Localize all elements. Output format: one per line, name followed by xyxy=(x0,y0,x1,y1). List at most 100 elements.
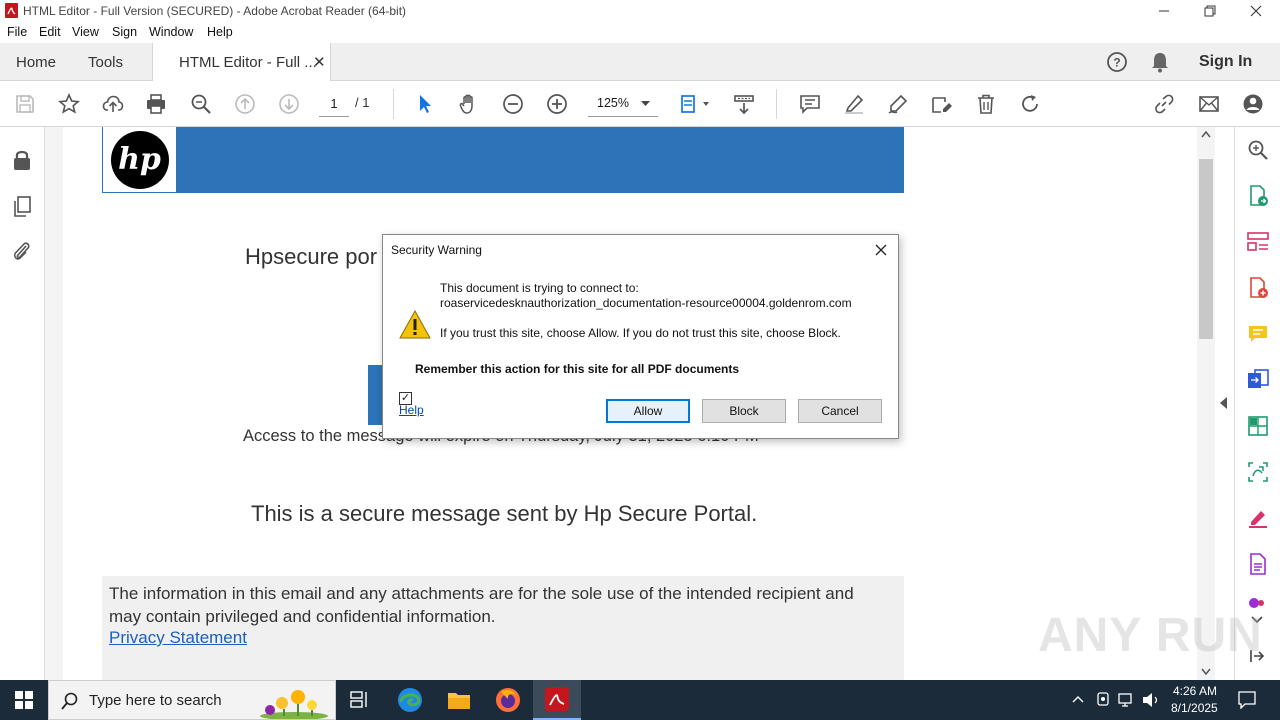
search-highlight-flowers-icon xyxy=(260,690,328,719)
zoom-search-icon[interactable] xyxy=(189,93,213,115)
right-panel-toggle[interactable] xyxy=(1215,127,1234,680)
attachment-paperclip-icon[interactable] xyxy=(11,240,33,269)
chevron-down-icon xyxy=(641,101,650,106)
menu-view[interactable]: View xyxy=(72,25,99,39)
protect-document-icon[interactable] xyxy=(1247,553,1269,580)
menu-window[interactable]: Window xyxy=(149,25,193,39)
volume-speaker-icon[interactable] xyxy=(1142,692,1160,708)
tab-tools[interactable]: Tools xyxy=(88,43,123,81)
dialog-message-line1: This document is trying to connect to: xyxy=(440,281,639,295)
scroll-thumb[interactable] xyxy=(1199,159,1213,339)
notification-center-icon[interactable] xyxy=(1238,691,1256,709)
zoom-in-icon[interactable] xyxy=(545,93,569,115)
expand-right-arrow-icon[interactable] xyxy=(1220,397,1228,409)
dialog-body: This document is trying to connect to: r… xyxy=(383,265,898,438)
main-toolbar: 1 / 1 125% xyxy=(0,81,1280,127)
export-pdf-icon[interactable] xyxy=(1247,185,1269,212)
clock-date[interactable]: 8/1/2025 xyxy=(1171,701,1218,715)
acrobat-taskbar-icon[interactable] xyxy=(533,680,581,720)
acrobat-app-icon xyxy=(5,3,18,18)
help-icon[interactable]: ? xyxy=(1106,51,1128,78)
print-icon[interactable] xyxy=(144,93,168,115)
save-icon[interactable] xyxy=(13,93,37,115)
tab-close-icon[interactable]: ✕ xyxy=(313,53,326,71)
dialog-close-icon[interactable] xyxy=(871,240,891,260)
sign-in-button[interactable]: Sign In xyxy=(1199,43,1252,81)
fill-sign-icon[interactable] xyxy=(1247,507,1269,534)
scan-ocr-icon[interactable] xyxy=(1247,461,1269,488)
select-cursor-icon[interactable] xyxy=(413,93,437,115)
menu-help[interactable]: Help xyxy=(207,25,233,39)
rotate-icon[interactable] xyxy=(1018,93,1042,115)
search-zoom-icon[interactable] xyxy=(1247,139,1269,166)
warning-triangle-icon xyxy=(399,310,431,339)
combine-files-icon[interactable] xyxy=(1247,369,1269,396)
tab-document[interactable]: HTML Editor - Full ... ✕ xyxy=(152,43,331,82)
page-number-input[interactable]: 1 xyxy=(319,93,349,117)
menu-edit[interactable]: Edit xyxy=(39,25,61,39)
page-total: / 1 xyxy=(355,95,370,110)
lock-icon[interactable] xyxy=(11,148,33,177)
pages-thumbnail-icon[interactable] xyxy=(11,195,33,224)
dialog-url: roaservicedesknauthorization_documentati… xyxy=(440,296,852,310)
scroll-mode-icon[interactable] xyxy=(732,93,756,115)
maximize-icon[interactable] xyxy=(1187,0,1233,22)
delete-trash-icon[interactable] xyxy=(974,93,998,115)
upload-cloud-icon[interactable] xyxy=(101,93,125,115)
window-title: HTML Editor - Full Version (SECURED) - A… xyxy=(23,4,407,18)
scroll-down-arrow-icon[interactable] xyxy=(1201,668,1211,675)
tray-chevron-up-icon[interactable] xyxy=(1072,695,1084,703)
right-tools-panel xyxy=(1234,127,1280,680)
share-link-icon[interactable] xyxy=(1152,93,1176,115)
highlight-pen-icon[interactable] xyxy=(842,93,866,115)
previous-page-icon[interactable] xyxy=(233,93,257,115)
block-button[interactable]: Block xyxy=(702,399,786,423)
close-icon[interactable] xyxy=(1233,0,1279,22)
allow-button[interactable]: Allow xyxy=(606,399,690,423)
notification-bell-icon[interactable] xyxy=(1150,51,1170,78)
file-explorer-icon[interactable] xyxy=(439,680,479,720)
menu-sign[interactable]: Sign xyxy=(112,25,137,39)
tab-home[interactable]: Home xyxy=(16,43,56,81)
windows-start-icon[interactable] xyxy=(0,680,48,720)
compress-pdf-icon[interactable] xyxy=(1247,415,1269,442)
menu-bar: File Edit View Sign Window Help xyxy=(0,22,1280,43)
anyrun-watermark: ANY RUN xyxy=(1038,609,1263,662)
network-icon[interactable] xyxy=(1118,692,1136,708)
email-envelope-icon[interactable] xyxy=(1197,93,1221,115)
dialog-message-line2: If you trust this site, choose Allow. If… xyxy=(440,326,841,340)
left-navigation-panel xyxy=(0,127,45,680)
bookmark-star-icon[interactable] xyxy=(57,93,81,115)
edge-browser-icon[interactable] xyxy=(390,680,430,720)
scroll-up-arrow-icon[interactable] xyxy=(1201,131,1211,138)
firefox-icon[interactable] xyxy=(488,680,528,720)
comment-icon[interactable] xyxy=(798,93,822,115)
create-pdf-icon[interactable] xyxy=(1247,277,1269,304)
task-view-icon[interactable] xyxy=(340,680,380,720)
edit-text-icon[interactable] xyxy=(930,93,954,115)
zoom-select[interactable]: 125% xyxy=(588,91,658,117)
cancel-button[interactable]: Cancel xyxy=(798,399,882,423)
remember-label[interactable]: Remember this action for this site for a… xyxy=(415,362,739,376)
tab-bar: Home Tools HTML Editor - Full ... ✕ ? Si… xyxy=(0,43,1280,82)
draw-freehand-icon[interactable] xyxy=(886,93,910,115)
user-share-icon[interactable] xyxy=(1241,93,1265,115)
hp-banner: hp xyxy=(102,127,904,193)
minimize-icon[interactable] xyxy=(1141,0,1187,22)
taskbar-search-box[interactable]: Type here to search xyxy=(48,680,336,720)
comment-tool-icon[interactable] xyxy=(1247,323,1269,350)
menu-file[interactable]: File xyxy=(7,25,27,39)
organize-pages-icon[interactable] xyxy=(1247,231,1269,258)
privacy-statement-link[interactable]: Privacy Statement xyxy=(109,628,247,648)
dialog-title: Security Warning xyxy=(391,243,482,257)
fit-page-icon[interactable] xyxy=(678,93,714,115)
tab-document-label: HTML Editor - Full ... xyxy=(179,54,317,71)
tray-device-icon[interactable] xyxy=(1096,692,1110,708)
next-page-icon[interactable] xyxy=(277,93,301,115)
help-link[interactable]: Help xyxy=(399,403,424,417)
clock-time[interactable]: 4:26 AM xyxy=(1173,684,1217,698)
vertical-scrollbar[interactable] xyxy=(1197,127,1215,680)
secure-message-text: This is a secure message sent by Hp Secu… xyxy=(251,501,758,526)
zoom-out-icon[interactable] xyxy=(501,93,525,115)
hand-tool-icon[interactable] xyxy=(457,93,481,115)
